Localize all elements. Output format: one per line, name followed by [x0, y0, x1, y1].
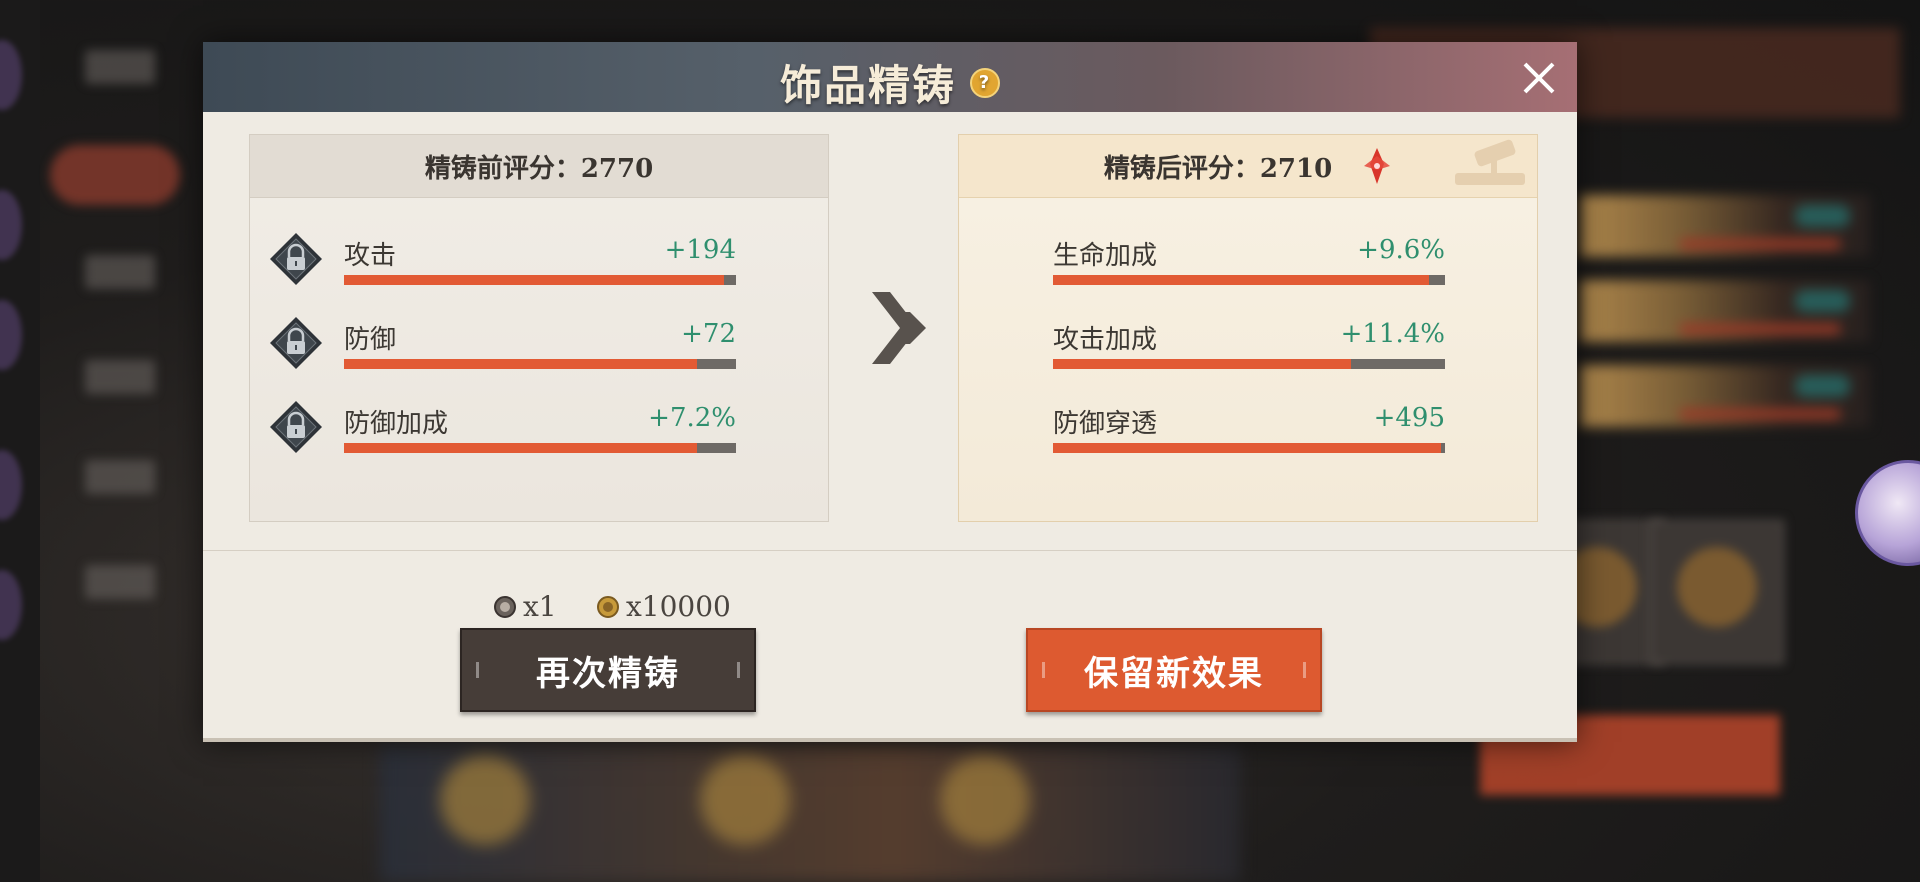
background-orb: [0, 40, 22, 110]
background-menu-item: [85, 360, 155, 394]
cost-refine-stone-amount: x1: [523, 590, 557, 623]
background-side-menu: [50, 0, 180, 882]
background-stat-row: [1580, 195, 1870, 257]
dialog-title-bar: 饰品精铸 ?: [203, 42, 1577, 112]
stat-name: 攻击加成: [1053, 325, 1158, 355]
help-icon[interactable]: ?: [970, 67, 1000, 98]
background-item-card: [1650, 520, 1784, 664]
stat-bar: [344, 443, 736, 453]
stat-value: +194: [664, 235, 736, 265]
background-menu-item: [85, 255, 155, 289]
gold-coin-icon: [597, 595, 619, 618]
background-stat-row: [1580, 280, 1870, 342]
cost-gold-amount: x10000: [626, 590, 731, 623]
lock-icon[interactable]: [268, 315, 324, 371]
stat-bar: [1053, 443, 1445, 453]
keep-new-effect-button[interactable]: 保留新效果: [1026, 628, 1322, 712]
background-left-rail: [0, 0, 40, 882]
stat-bar-fill: [1053, 359, 1351, 369]
stat-bar-fill: [1053, 443, 1442, 453]
stat-name: 生命加成: [1053, 241, 1158, 271]
floating-avatar-icon[interactable]: [1855, 460, 1920, 566]
background-stat-row: [1580, 365, 1870, 427]
background-orb: [0, 190, 22, 260]
stat-bar-fill: [344, 443, 697, 453]
section-divider: [203, 550, 1577, 551]
refine-stone-icon: [494, 595, 516, 618]
stat-bar-fill: [344, 275, 725, 285]
stat-row: 防御加成 +7.2%: [344, 403, 736, 463]
background-menu-item: [85, 50, 155, 84]
stat-name: 攻击: [344, 241, 397, 271]
stat-row: 防御 +72: [344, 319, 736, 379]
stat-row: 攻击 +194: [344, 235, 736, 295]
after-score-header: 精铸后评分：2710: [959, 135, 1537, 198]
background-menu-item: [50, 145, 180, 205]
stat-value: +72: [681, 319, 736, 349]
lock-icon[interactable]: [268, 399, 324, 455]
refine-dialog: 饰品精铸 ? 精铸前评分：2770 攻击 +194 防御 +72 防御加成 +7.2% 精…: [203, 42, 1577, 742]
background-orb: [0, 300, 22, 370]
stat-value: +9.6%: [1357, 235, 1445, 265]
stat-bar-fill: [1053, 275, 1430, 285]
background-menu-item: [85, 460, 155, 494]
refine-again-label: 再次精铸: [536, 653, 680, 694]
before-score-header: 精铸前评分：2770: [250, 135, 828, 198]
refine-again-button[interactable]: 再次精铸: [460, 628, 756, 712]
stat-bar: [1053, 359, 1445, 369]
cost-gold: x10000: [596, 590, 731, 623]
before-score-label: 精铸前评分：2770: [424, 153, 654, 184]
lock-icon[interactable]: [268, 231, 324, 287]
background-orb: [0, 570, 22, 640]
stat-bar-fill: [344, 359, 697, 369]
dialog-title: 饰品精铸: [779, 61, 956, 110]
before-refine-panel: 精铸前评分：2770 攻击 +194 防御 +72 防御加成 +7.2%: [249, 134, 829, 522]
stat-row: 攻击加成 +11.4%: [1053, 319, 1445, 379]
background-menu-item: [85, 565, 155, 599]
stat-row: 生命加成 +9.6%: [1053, 235, 1445, 295]
chevron-right-icon: [872, 292, 926, 364]
stat-name: 防御: [344, 325, 397, 355]
stat-value: +11.4%: [1340, 319, 1445, 349]
cost-refine-stone: x1: [493, 590, 557, 623]
close-icon[interactable]: [1519, 58, 1559, 98]
stat-row: 防御穿透 +495: [1053, 403, 1445, 463]
hammer-decoration-icon: [1455, 139, 1525, 185]
after-refine-panel: 精铸后评分：2710 生命加成 +9.6% 攻击加成 +11.4% 防御穿透 +495: [958, 134, 1538, 522]
red-gem-icon: [1364, 148, 1391, 184]
after-score-label: 精铸后评分：2710: [1103, 153, 1333, 184]
background-orb: [0, 450, 22, 520]
stat-value: +495: [1373, 403, 1445, 433]
stat-bar: [344, 359, 736, 369]
stat-bar: [344, 275, 736, 285]
keep-new-effect-label: 保留新效果: [1084, 653, 1264, 694]
background-bottom-scene: [380, 745, 1240, 882]
stat-value: +7.2%: [648, 403, 736, 433]
stat-name: 防御穿透: [1053, 409, 1158, 439]
stat-bar: [1053, 275, 1445, 285]
stat-name: 防御加成: [344, 409, 449, 439]
